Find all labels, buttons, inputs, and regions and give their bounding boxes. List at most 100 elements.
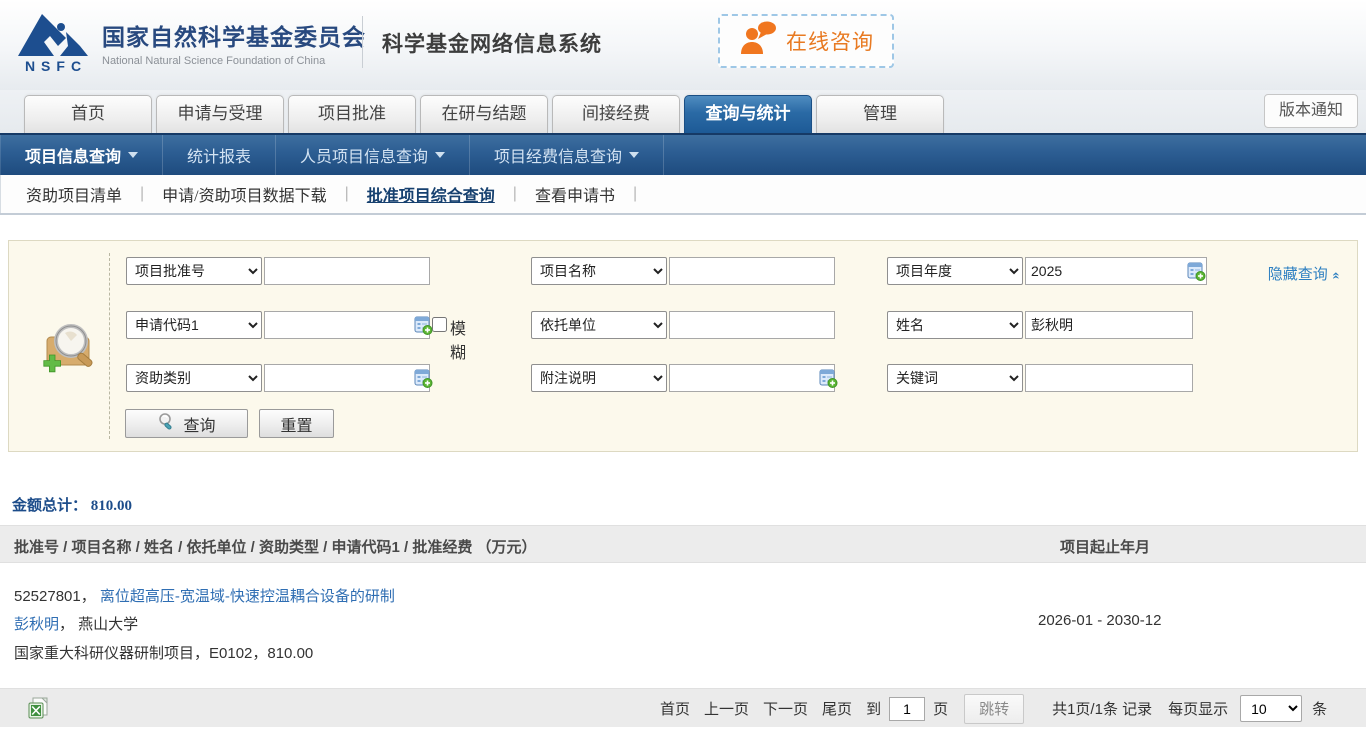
row-period: 2026-01 - 2030-12 <box>1038 612 1161 629</box>
apply-code1-input[interactable] <box>264 311 430 339</box>
row-funding-line: 国家重大科研仪器研制项目，E0102，810.00 <box>14 645 313 662</box>
footer-bar: 首页 上一页 下一页 尾页 到 页 跳转 共1页/1条 记录 每页显示 10 条 <box>0 688 1366 727</box>
separator: | <box>345 185 349 203</box>
consult-label: 在线咨询 <box>786 26 874 56</box>
tab-apply[interactable]: 申请与受理 <box>156 95 284 133</box>
pagination: 首页 上一页 下一页 尾页 到 页 跳转 共1页/1条 记录 每页显示 10 条 <box>660 689 1327 728</box>
chevron-down-icon <box>629 152 639 158</box>
separator: | <box>140 185 144 203</box>
results-header-columns: 批准号 / 项目名称 / 姓名 / 依托单位 / 资助类型 / 申请代码1 / … <box>14 536 537 557</box>
field-fund-category: 资助类别 <box>126 364 262 392</box>
amount-total: 金额总计： 810.00 <box>12 494 132 515</box>
hide-query-label: 隐藏查询 <box>1268 267 1328 283</box>
project-year-input[interactable] <box>1025 257 1207 285</box>
separator: | <box>633 185 637 203</box>
thirdnav-funded-list[interactable]: 资助项目清单 <box>22 182 126 206</box>
hide-query-link[interactable]: 隐藏查询 « <box>1268 263 1339 284</box>
field-apply-code1: 申请代码1 模糊 <box>126 311 262 339</box>
org-name-block: 国家自然科学基金委员会 National Natural Science Fou… <box>102 18 366 67</box>
thirdnav-view-application[interactable]: 查看申请书 <box>531 182 619 206</box>
fuzzy-label: 模糊 <box>450 315 466 363</box>
approval-no-select[interactable]: 项目批准号 <box>126 257 262 285</box>
subnav-project-info-query[interactable]: 项目信息查询 <box>0 135 163 175</box>
project-year-select[interactable]: 项目年度 <box>887 257 1023 285</box>
panel-divider <box>109 253 110 439</box>
query-button[interactable]: 查询 <box>125 409 248 438</box>
online-consult-button[interactable]: 在线咨询 <box>718 14 894 68</box>
org-name-cn: 国家自然科学基金委员会 <box>102 18 366 52</box>
field-note: 附注说明 <box>531 364 667 392</box>
page-unit-label: 页 <box>933 698 948 719</box>
field-keyword: 关键词 <box>887 364 1023 392</box>
tab-manage[interactable]: 管理 <box>816 95 944 133</box>
field-person-name: 姓名 <box>887 311 1023 339</box>
field-project-year: 项目年度 <box>887 257 1023 285</box>
row-approval-no: 52527801， <box>14 588 96 605</box>
person-name-select[interactable]: 姓名 <box>887 311 1023 339</box>
institution-select[interactable]: 依托单位 <box>531 311 667 339</box>
institution-input[interactable] <box>669 311 835 339</box>
tab-home[interactable]: 首页 <box>24 95 152 133</box>
apply-code1-picker-icon[interactable] <box>414 316 433 340</box>
per-page-label: 每页显示 <box>1168 698 1228 719</box>
per-page-select[interactable]: 10 <box>1240 695 1302 722</box>
tab-research[interactable]: 在研与结题 <box>420 95 548 133</box>
main-tabs: 首页 申请与受理 项目批准 在研与结题 间接经费 查询与统计 管理 <box>24 95 944 133</box>
row-person-link[interactable]: 彭秋明 <box>14 616 59 633</box>
page-number-input[interactable] <box>889 697 925 721</box>
tab-indirect-funds[interactable]: 间接经费 <box>552 95 680 133</box>
tab-query-stats[interactable]: 查询与统计 <box>684 95 812 133</box>
subnav-project-funds-query[interactable]: 项目经费信息查询 <box>470 135 664 175</box>
row-institution: ， 燕山大学 <box>59 616 138 633</box>
main-tabbar: 首页 申请与受理 项目批准 在研与结题 间接经费 查询与统计 管理 版本通知 <box>0 90 1366 133</box>
project-name-input[interactable] <box>669 257 835 285</box>
goto-label: 到 <box>866 698 881 719</box>
chevron-down-icon <box>128 152 138 158</box>
results-header-period: 项目起止年月 <box>1060 536 1150 557</box>
person-name-input[interactable] <box>1025 311 1193 339</box>
field-institution: 依托单位 <box>531 311 667 339</box>
page-next-link[interactable]: 下一页 <box>763 698 808 719</box>
keyword-select[interactable]: 关键词 <box>887 364 1023 392</box>
approval-no-input[interactable] <box>264 257 430 285</box>
version-notice-button[interactable]: 版本通知 <box>1264 94 1358 128</box>
header: NSFC 国家自然科学基金委员会 National Natural Scienc… <box>0 0 1366 90</box>
third-nav: 资助项目清单 | 申请/资助项目数据下载 | 批准项目综合查询 | 查看申请书 … <box>0 175 1366 215</box>
jump-button[interactable]: 跳转 <box>964 694 1024 724</box>
note-picker-icon[interactable] <box>819 369 838 393</box>
logo-text: NSFC <box>18 58 94 74</box>
records-total-info: 共1页/1条 记录 <box>1052 698 1152 719</box>
reset-button[interactable]: 重置 <box>259 409 334 438</box>
page-first-link[interactable]: 首页 <box>660 698 690 719</box>
note-select[interactable]: 附注说明 <box>531 364 667 392</box>
results-header: 批准号 / 项目名称 / 姓名 / 依托单位 / 资助类型 / 申请代码1 / … <box>0 525 1366 563</box>
thirdnav-approved-query[interactable]: 批准项目综合查询 <box>363 182 499 206</box>
page-last-link[interactable]: 尾页 <box>822 698 852 719</box>
field-project-name: 项目名称 <box>531 257 667 285</box>
subnav-person-project-query[interactable]: 人员项目信息查询 <box>276 135 470 175</box>
reset-button-label: 重置 <box>280 412 312 436</box>
tab-approval[interactable]: 项目批准 <box>288 95 416 133</box>
fund-category-select[interactable]: 资助类别 <box>126 364 262 392</box>
note-input[interactable] <box>669 364 835 392</box>
row-project-title-link[interactable]: 离位超高压-宽温域-快速控温耦合设备的研制 <box>100 588 395 605</box>
fuzzy-checkbox[interactable] <box>432 317 447 332</box>
fund-category-picker-icon[interactable] <box>414 369 433 393</box>
excel-export-icon[interactable] <box>26 696 50 727</box>
nsfc-app: NSFC 国家自然科学基金委员会 National Natural Scienc… <box>0 0 1366 737</box>
keyword-input[interactable] <box>1025 364 1193 392</box>
nsfc-logo-icon: NSFC <box>14 12 94 78</box>
header-divider <box>362 16 363 68</box>
year-picker-icon[interactable] <box>1187 262 1206 286</box>
apply-code1-select[interactable]: 申请代码1 <box>126 311 262 339</box>
chevron-down-icon <box>435 152 445 158</box>
fund-category-input[interactable] <box>264 364 430 392</box>
subnav-stat-report[interactable]: 统计报表 <box>163 135 276 175</box>
consult-person-icon <box>738 20 778 63</box>
org-name-en: National Natural Science Foundation of C… <box>102 55 366 67</box>
thirdnav-data-download[interactable]: 申请/资助项目数据下载 <box>158 182 330 206</box>
page-prev-link[interactable]: 上一页 <box>704 698 749 719</box>
amount-total-value: 810.00 <box>91 498 132 514</box>
project-name-select[interactable]: 项目名称 <box>531 257 667 285</box>
field-approval-no: 项目批准号 <box>126 257 262 285</box>
